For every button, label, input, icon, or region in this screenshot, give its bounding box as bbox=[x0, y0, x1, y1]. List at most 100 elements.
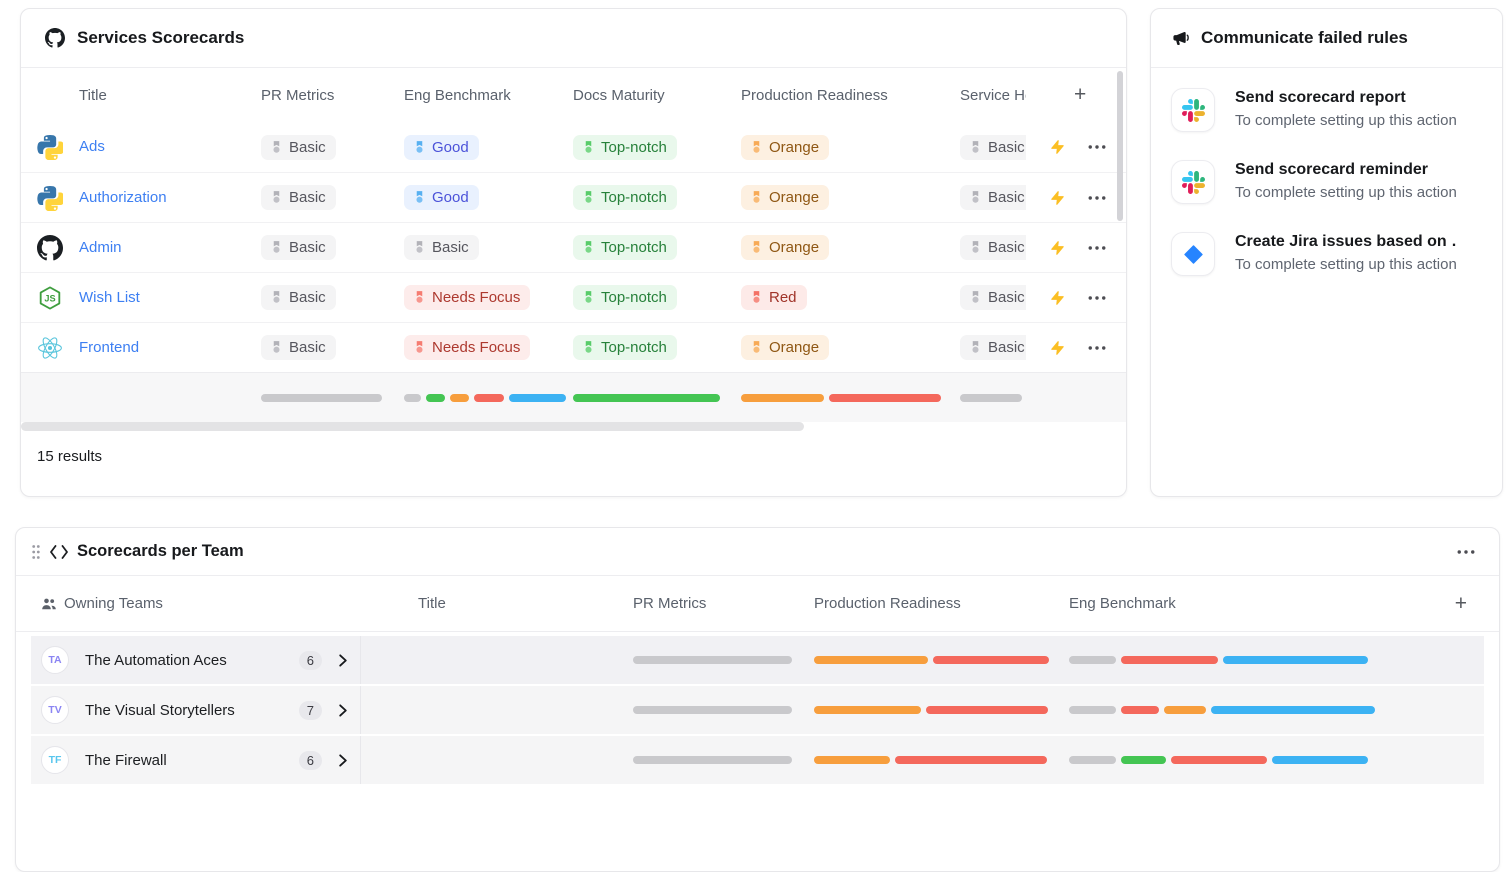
team-cell[interactable]: TV The Visual Storytellers 7 bbox=[31, 686, 361, 734]
column-header-production-readiness[interactable]: Production Readiness bbox=[741, 87, 960, 104]
rule-action-card[interactable]: Create Jira issues based on … To complet… bbox=[1171, 232, 1502, 276]
card-title: Send scorecard reminder bbox=[1235, 161, 1457, 179]
table-row[interactable]: JS Wish List Basic Needs Focus Top-notch… bbox=[21, 272, 1126, 322]
vertical-scrollbar-thumb[interactable] bbox=[1117, 71, 1123, 221]
column-header-eng-benchmark[interactable]: Eng Benchmark bbox=[404, 87, 573, 104]
row-menu-button[interactable] bbox=[1088, 296, 1106, 300]
rule-action-card[interactable]: Send scorecard reminder To complete sett… bbox=[1171, 160, 1502, 204]
service-title-link[interactable]: Frontend bbox=[79, 339, 139, 356]
svg-text:JS: JS bbox=[44, 293, 55, 303]
badge-label: Basic bbox=[289, 290, 326, 305]
docs-maturity-cell: Top-notch bbox=[573, 235, 741, 260]
service-title-link[interactable]: Ads bbox=[79, 138, 105, 155]
eng-benchmark-cell: Basic bbox=[404, 235, 573, 260]
summary-row bbox=[21, 372, 1126, 422]
team-title-cell bbox=[361, 636, 633, 684]
card-subtitle: To complete setting up this action bbox=[1235, 112, 1457, 129]
eng-benchmark-cell: Needs Focus bbox=[404, 335, 573, 360]
docs-maturity-cell: Top-notch bbox=[573, 185, 741, 210]
table-row[interactable]: Admin Basic Basic Top-notch Orange Basic bbox=[21, 222, 1126, 272]
badge-label: Basic bbox=[988, 240, 1025, 255]
pr-metrics-cell: Basic bbox=[261, 185, 404, 210]
column-header-title[interactable]: Title bbox=[418, 595, 633, 612]
gray-metric-bar bbox=[633, 656, 792, 664]
scorecard-badge: Basic bbox=[404, 235, 479, 260]
red-metric-bar bbox=[474, 394, 504, 402]
column-header-docs-maturity[interactable]: Docs Maturity bbox=[573, 87, 741, 104]
production-readiness-cell: Red bbox=[741, 285, 960, 310]
panel-menu-button[interactable] bbox=[1457, 550, 1475, 554]
team-row[interactable]: TV The Visual Storytellers 7 bbox=[31, 686, 1484, 734]
rule-action-card[interactable]: Send scorecard report To complete settin… bbox=[1171, 88, 1502, 132]
row-menu-button[interactable] bbox=[1088, 145, 1106, 149]
column-header-pr-metrics[interactable]: PR Metrics bbox=[633, 595, 814, 612]
row-menu-button[interactable] bbox=[1088, 246, 1106, 250]
chevron-right-icon[interactable] bbox=[338, 754, 348, 767]
badge-label: Orange bbox=[769, 140, 819, 155]
badge-label: Top-notch bbox=[601, 240, 667, 255]
github-icon bbox=[45, 28, 65, 48]
lightning-bolt-icon[interactable] bbox=[1050, 340, 1065, 356]
badge-label: Basic bbox=[289, 190, 326, 205]
chevron-right-icon[interactable] bbox=[338, 704, 348, 717]
red-metric-bar bbox=[933, 656, 1049, 664]
table-row[interactable]: Frontend Basic Needs Focus Top-notch Ora… bbox=[21, 322, 1126, 372]
eng-benchmark-cell: Needs Focus bbox=[404, 285, 573, 310]
jira-icon bbox=[1171, 232, 1215, 276]
service-title-link[interactable]: Admin bbox=[79, 239, 122, 256]
badge-label: Orange bbox=[769, 190, 819, 205]
scorecard-badge: Needs Focus bbox=[404, 285, 530, 310]
table-row[interactable]: Authorization Basic Good Top-notch Orang… bbox=[21, 172, 1126, 222]
scorecard-badge: Basic bbox=[261, 135, 336, 160]
column-header-pr-metrics[interactable]: PR Metrics bbox=[261, 87, 404, 104]
lightning-bolt-icon[interactable] bbox=[1050, 240, 1065, 256]
chevron-right-icon[interactable] bbox=[338, 654, 348, 667]
service-title-link[interactable]: Authorization bbox=[79, 189, 167, 206]
team-cell[interactable]: TA The Automation Aces 6 bbox=[31, 636, 361, 684]
team-pr-metrics-bars bbox=[633, 636, 814, 684]
column-header-service-health[interactable]: Service Health bbox=[960, 87, 1026, 104]
team-row[interactable]: TF The Firewall 6 bbox=[31, 736, 1484, 784]
column-header-eng-benchmark[interactable]: Eng Benchmark bbox=[1069, 595, 1455, 612]
orange-metric-bar bbox=[741, 394, 824, 402]
drag-handle-icon[interactable] bbox=[31, 544, 41, 560]
add-column-button[interactable]: + bbox=[1455, 592, 1467, 616]
gray-metric-bar bbox=[1069, 706, 1116, 714]
team-name: The Visual Storytellers bbox=[85, 702, 235, 719]
scorecard-badge: Good bbox=[404, 135, 479, 160]
badge-label: Good bbox=[432, 140, 469, 155]
service-title-link[interactable]: Wish List bbox=[79, 289, 140, 306]
pr-metrics-cell: Basic bbox=[261, 235, 404, 260]
react-icon bbox=[37, 335, 79, 361]
teams-table-header: Owning Teams Title PR Metrics Production… bbox=[16, 576, 1499, 632]
team-pr-metrics-bars bbox=[633, 686, 814, 734]
blue-metric-bar bbox=[1272, 756, 1368, 764]
lightning-bolt-icon[interactable] bbox=[1050, 190, 1065, 206]
horizontal-scrollbar[interactable] bbox=[21, 422, 1126, 432]
team-row[interactable]: TA The Automation Aces 6 bbox=[31, 636, 1484, 684]
badge-label: Top-notch bbox=[601, 340, 667, 355]
column-header-production-readiness[interactable]: Production Readiness bbox=[814, 595, 1069, 612]
team-cell[interactable]: TF The Firewall 6 bbox=[31, 736, 361, 784]
service-health-cell: Basic bbox=[960, 235, 1026, 260]
table-row[interactable]: Ads Basic Good Top-notch Orange Basic bbox=[21, 122, 1126, 172]
badge-label: Top-notch bbox=[601, 140, 667, 155]
badge-label: Orange bbox=[769, 340, 819, 355]
eng-benchmark-cell: Good bbox=[404, 185, 573, 210]
scorecard-badge: Orange bbox=[741, 235, 829, 260]
column-header-title[interactable]: Title bbox=[79, 87, 261, 104]
red-metric-bar bbox=[1121, 656, 1218, 664]
row-menu-button[interactable] bbox=[1088, 196, 1106, 200]
team-count-badge: 7 bbox=[299, 701, 322, 720]
scorecard-badge: Basic bbox=[261, 335, 336, 360]
page-title: Services Scorecards bbox=[77, 28, 244, 48]
lightning-bolt-icon[interactable] bbox=[1050, 139, 1065, 155]
lightning-bolt-icon[interactable] bbox=[1050, 290, 1065, 306]
services-table-header: Title PR Metrics Eng Benchmark Docs Matu… bbox=[21, 68, 1126, 122]
github-icon bbox=[37, 235, 79, 261]
horizontal-scrollbar-thumb[interactable] bbox=[21, 422, 804, 431]
results-count: 15 results bbox=[21, 432, 1126, 481]
column-header-owning-teams[interactable]: Owning Teams bbox=[41, 595, 418, 612]
row-menu-button[interactable] bbox=[1088, 346, 1106, 350]
add-column-button[interactable]: + bbox=[1026, 83, 1126, 107]
